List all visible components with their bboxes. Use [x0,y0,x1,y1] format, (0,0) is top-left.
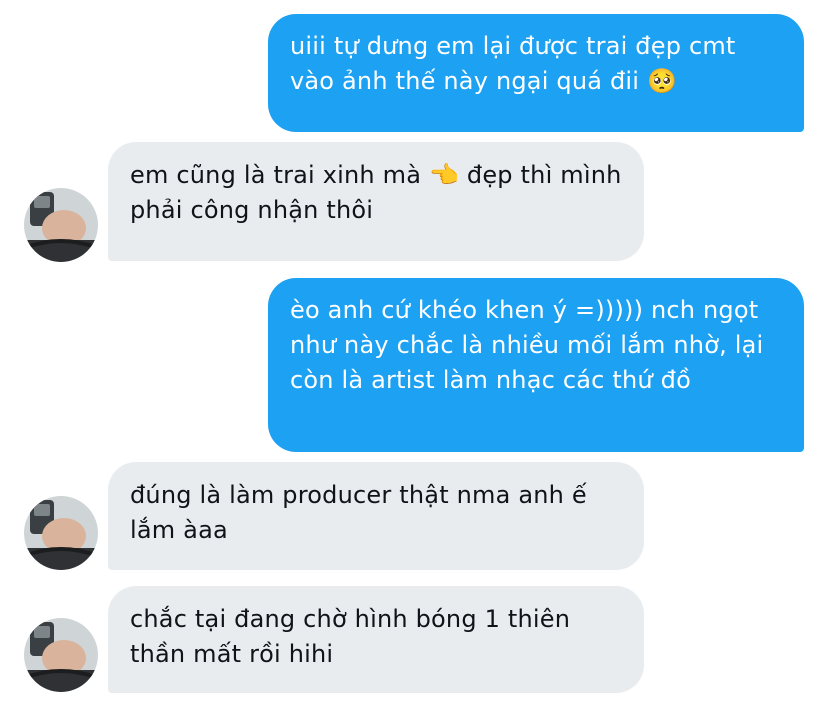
message-bubble-sent[interactable]: uiii tự dưng em lại được trai đẹp cmt và… [268,14,804,132]
message-bubble-received[interactable]: đúng là làm producer thật nma anh ế lắm … [108,462,644,570]
message-text: uiii tự dưng em lại được trai đẹp cmt và… [290,32,736,95]
avatar[interactable] [24,618,98,692]
message-text: đúng là làm producer thật nma anh ế lắm … [130,481,587,544]
message-text: em cũng là trai xinh mà 👈 đẹp thì mình p… [130,161,622,224]
message-text: èo anh cứ khéo khen ý =))))) nch ngọt nh… [290,296,764,394]
avatar[interactable] [24,188,98,262]
message-text: chắc tại đang chờ hình bóng 1 thiên thần… [130,605,571,668]
message-bubble-received[interactable]: chắc tại đang chờ hình bóng 1 thiên thần… [108,586,644,693]
message-bubble-received[interactable]: em cũng là trai xinh mà 👈 đẹp thì mình p… [108,142,644,261]
avatar[interactable] [24,496,98,570]
message-bubble-sent[interactable]: èo anh cứ khéo khen ý =))))) nch ngọt nh… [268,278,804,452]
